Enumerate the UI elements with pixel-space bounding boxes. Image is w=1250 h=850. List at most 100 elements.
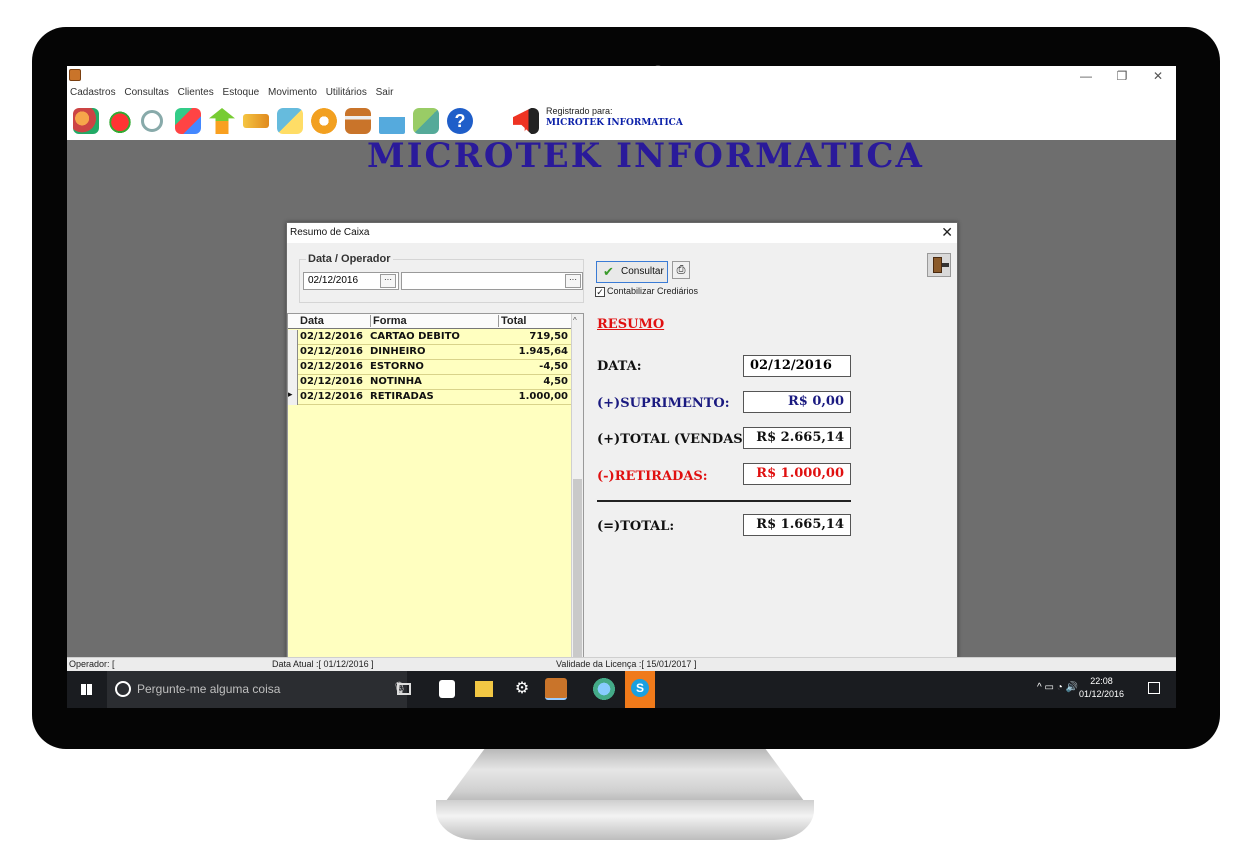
caixa-icon[interactable] — [277, 108, 303, 134]
clientes-icon[interactable] — [73, 108, 99, 134]
table-row[interactable]: 02/12/2016 ESTORNO -4,50 — [288, 360, 573, 375]
menu-clientes[interactable]: Clientes — [175, 86, 217, 100]
table-row[interactable]: 02/12/2016 DINHEIRO 1.945,64 — [288, 345, 573, 360]
scroll-thumb[interactable] — [573, 479, 582, 659]
menu-sair[interactable]: Sair — [373, 86, 397, 100]
start-button[interactable] — [67, 671, 107, 708]
clock-time: 22:08 — [1090, 676, 1113, 686]
status-data-atual: Data Atual :[ 01/12/2016 ] — [272, 659, 374, 669]
menu-cadastros[interactable]: Cadastros — [67, 86, 119, 100]
consultar-label: Consultar — [621, 266, 664, 277]
resumo-caixa-dialog: Resumo de Caixa ✕ Data / Operador 02/12/… — [286, 222, 958, 696]
statusbar: Operador: [ Data Atual :[ 01/12/2016 ] V… — [67, 657, 1176, 671]
store-icon[interactable] — [439, 680, 455, 698]
search-tool-icon[interactable] — [141, 110, 163, 132]
table-cell: 02/12/2016 — [300, 391, 363, 402]
table-cell: 02/12/2016 — [300, 346, 363, 357]
config-icon[interactable] — [311, 108, 337, 134]
data-operador-group: Data / Operador 02/12/2016 ··· ··· — [299, 253, 584, 303]
entrada-icon[interactable] — [209, 108, 235, 134]
cash-register-icon[interactable] — [345, 108, 371, 134]
table-cell: NOTINHA — [370, 376, 422, 387]
close-icon[interactable]: ✕ — [1140, 66, 1176, 86]
row-selector[interactable] — [288, 330, 298, 345]
vendas-label: (+)TOTAL (VENDAS): — [597, 432, 754, 447]
search-placeholder: Pergunte-me alguma coisa — [137, 682, 281, 696]
table-cell: 1.945,64 — [518, 346, 568, 357]
table-cell: 02/12/2016 — [300, 331, 363, 342]
retiradas-value: R$ 1.000,00 — [743, 463, 851, 485]
suprimento-label: (+)SUPRIMENTO: — [597, 396, 730, 411]
resumo-title: RESUMO — [597, 317, 665, 332]
menu-estoque[interactable]: Estoque — [220, 86, 263, 100]
windows-logo-icon — [81, 684, 92, 695]
grid-scrollbar[interactable]: ^ v — [571, 314, 583, 678]
background-title: MICROTEK INFORMATICA — [367, 136, 924, 176]
print-icon[interactable]: ⎙ — [672, 261, 690, 279]
file-explorer-icon[interactable] — [475, 681, 493, 697]
relatorio-icon[interactable] — [413, 108, 439, 134]
menu-utilitarios[interactable]: Utilitários — [323, 86, 370, 100]
system-tray[interactable]: ^ ▭ ◔ 🔊 — [1037, 682, 1078, 693]
minimize-icon[interactable]: — — [1068, 66, 1104, 86]
retiradas-label: (-)RETIRADAS: — [597, 469, 708, 484]
operador-field[interactable] — [401, 272, 583, 290]
consultar-button[interactable]: ✔ Consultar — [596, 261, 668, 283]
row-selector[interactable] — [288, 360, 298, 375]
contabilizar-crediarios-checkbox[interactable]: ✓ Contabilizar Crediários — [595, 286, 698, 297]
row-selector[interactable] — [288, 345, 298, 360]
scroll-up-icon[interactable]: ^ — [573, 316, 577, 325]
mdi-area: MICROTEK INFORMATICA Resumo de Caixa ✕ D… — [67, 136, 1176, 696]
table-row[interactable]: 02/12/2016 NOTINHA 4,50 — [288, 375, 573, 390]
header-forma[interactable]: Forma — [370, 315, 407, 327]
clock[interactable]: 22:08 01/12/2016 — [1079, 675, 1124, 701]
total-label: (=)TOTAL: — [597, 519, 675, 534]
taskbar-app-icon[interactable] — [545, 678, 567, 700]
operador-picker-button[interactable]: ··· — [565, 274, 581, 288]
exit-app-icon[interactable] — [513, 108, 539, 134]
checkbox-icon[interactable]: ✓ — [595, 287, 605, 297]
row-selector[interactable] — [288, 375, 298, 390]
table-row[interactable]: 02/12/2016 CARTAO DEBITO 719,50 — [288, 330, 573, 345]
task-view-icon[interactable] — [397, 683, 411, 695]
status-validade: Validade da Licença :[ 15/01/2017 ] — [556, 659, 697, 669]
table-cell: 02/12/2016 — [300, 361, 363, 372]
date-picker-button[interactable]: ··· — [380, 274, 396, 288]
settings-icon[interactable]: ⚙ — [511, 678, 533, 700]
clock-date: 01/12/2016 — [1078, 689, 1124, 699]
table-cell: -4,50 — [539, 361, 568, 372]
table-cell: ESTORNO — [370, 361, 424, 372]
cortana-search[interactable]: Pergunte-me alguma coisa 🎙 — [107, 671, 407, 708]
vendas-value: R$ 2.665,14 — [743, 427, 851, 449]
caminhao-icon[interactable] — [243, 114, 269, 128]
app-titlebar: — ❐ ✕ — [67, 66, 1176, 86]
menu-movimento[interactable]: Movimento — [265, 86, 320, 100]
menubar: Cadastros Consultas Clientes Estoque Mov… — [67, 86, 1176, 100]
basket-icon[interactable] — [379, 108, 405, 134]
paint-icon[interactable] — [593, 678, 615, 700]
dialog-close-icon[interactable]: ✕ — [941, 224, 953, 241]
menu-consultas[interactable]: Consultas — [121, 86, 171, 100]
estoque-icon[interactable] — [175, 108, 201, 134]
table-cell: 02/12/2016 — [300, 376, 363, 387]
action-center-icon[interactable] — [1148, 682, 1160, 694]
row-selector[interactable]: ▸ — [288, 390, 298, 405]
grid-header: Data Forma Total — [288, 314, 573, 329]
exit-door-icon[interactable] — [927, 253, 951, 277]
table-cell: 4,50 — [543, 376, 568, 387]
produtos-icon[interactable] — [107, 108, 133, 134]
dialog-titlebar: Resumo de Caixa ✕ — [287, 223, 957, 243]
suprimento-value: R$ 0,00 — [743, 391, 851, 413]
table-cell: 1.000,00 — [518, 391, 568, 402]
restore-icon[interactable]: ❐ — [1104, 66, 1140, 86]
header-total[interactable]: Total — [498, 315, 526, 327]
help-icon[interactable]: ? — [447, 108, 473, 134]
table-row[interactable]: ▸ 02/12/2016 RETIRADAS 1.000,00 — [288, 390, 573, 405]
windows-taskbar: Pergunte-me alguma coisa 🎙 ⚙ S ^ ▭ ◔ 🔊 2… — [67, 671, 1176, 708]
table-cell: 719,50 — [529, 331, 568, 342]
monitor-stand-base — [436, 800, 814, 840]
header-data[interactable]: Data — [300, 315, 324, 327]
status-operador: Operador: [ — [69, 659, 115, 669]
skype-icon: S — [631, 679, 649, 697]
skype-highlight[interactable]: S — [625, 671, 655, 708]
